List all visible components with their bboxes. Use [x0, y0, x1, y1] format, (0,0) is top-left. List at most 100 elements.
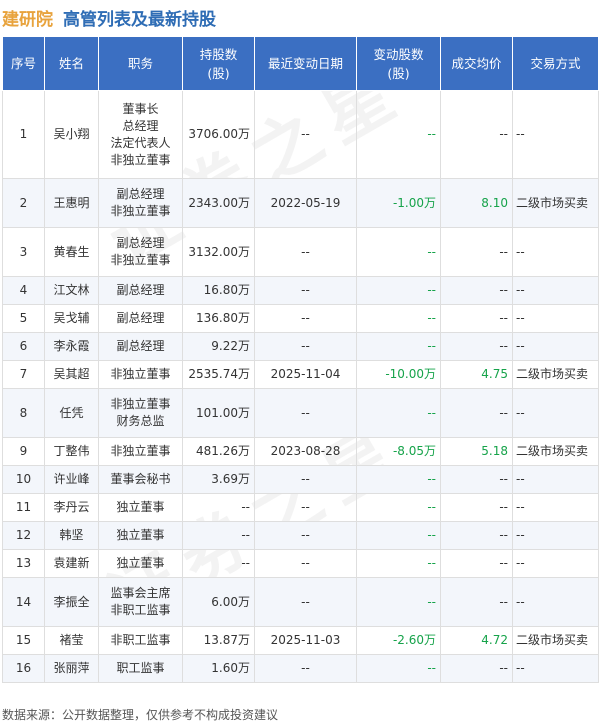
cell-no: 3 [2, 227, 45, 277]
position-title: 法定代表人 [110, 135, 171, 150]
cell-price: -- [440, 521, 513, 550]
cell-position: 非独立董事 [98, 360, 183, 389]
data-source-note: 数据来源：公开数据整理，仅供参考不构成投资建议 [2, 708, 279, 722]
table-row: 8 任凭 非独立董事 财务总监 101.00万 -- -- -- -- [2, 388, 599, 438]
cell-date: -- [254, 654, 357, 683]
position-title: 非独立董事 [110, 367, 171, 381]
company-name: 建研院 [2, 10, 53, 30]
cell-shares: 9.22万 [182, 332, 255, 361]
cell-shares: 6.00万 [182, 577, 255, 627]
cell-date: -- [254, 276, 357, 305]
cell-shares: 136.80万 [182, 304, 255, 333]
cell-change: -- [356, 90, 441, 179]
cell-shares: 2535.74万 [182, 360, 255, 389]
cell-no: 16 [2, 654, 45, 683]
cell-method: -- [512, 332, 599, 361]
cell-change: -- [356, 332, 441, 361]
cell-method: -- [512, 654, 599, 683]
cell-price: -- [440, 388, 513, 438]
table-row: 13 袁建新 独立董事 -- -- -- -- -- [2, 549, 599, 578]
cell-position: 独立董事 [98, 493, 183, 522]
cell-change: -2.60万 [356, 626, 441, 655]
column-header-date: 最近变动日期 [254, 36, 357, 91]
cell-price: 4.75 [440, 360, 513, 389]
cell-position: 副总经理 [98, 276, 183, 305]
cell-no: 1 [2, 90, 45, 179]
cell-name: 袁建新 [44, 549, 99, 578]
cell-change: -- [356, 276, 441, 305]
cell-position: 副总经理 [98, 332, 183, 361]
position-title: 独立董事 [116, 500, 165, 514]
cell-price: -- [440, 332, 513, 361]
cell-change: -- [356, 577, 441, 627]
column-header-position: 职务 [98, 36, 183, 91]
position-title: 副总经理 [116, 236, 165, 250]
cell-change: -8.05万 [356, 437, 441, 466]
column-header-no: 序号 [2, 36, 45, 91]
cell-name: 黄春生 [44, 227, 99, 277]
position-title: 副总经理 [116, 311, 165, 325]
position-title: 非职工监事 [110, 603, 171, 617]
cell-change: -10.00万 [356, 360, 441, 389]
cell-no: 9 [2, 437, 45, 466]
table-header-row: 序号 姓名 职务 持股数 (股) 最近变动日期 变动股数 (股) 成交均价 交易方式 [2, 36, 599, 91]
cell-change: -- [356, 304, 441, 333]
cell-method: 二级市场买卖 [512, 437, 599, 466]
column-header-shares: 持股数 (股) [182, 36, 255, 91]
cell-price: 4.72 [440, 626, 513, 655]
column-header-price: 成交均价 [440, 36, 513, 91]
cell-shares: 3706.00万 [182, 90, 255, 179]
cell-date: 2025-11-03 [254, 626, 357, 655]
cell-position: 董事长 总经理 法定代表人 非独立董事 [98, 90, 183, 179]
cell-no: 6 [2, 332, 45, 361]
table-row: 3 黄春生 副总经理 非独立董事 3132.00万 -- -- -- -- [2, 227, 599, 277]
column-header-method: 交易方式 [512, 36, 599, 91]
executive-holdings-table: 序号 姓名 职务 持股数 (股) 最近变动日期 变动股数 (股) 成交均价 交易方式… [2, 36, 599, 683]
cell-price: 8.10 [440, 178, 513, 228]
position-title: 董事会秘书 [110, 472, 171, 486]
position-title: 独立董事 [116, 528, 165, 542]
cell-method: -- [512, 304, 599, 333]
cell-method: 二级市场买卖 [512, 178, 599, 228]
cell-position: 独立董事 [98, 549, 183, 578]
cell-change: -- [356, 521, 441, 550]
cell-date: 2025-11-04 [254, 360, 357, 389]
cell-method: -- [512, 549, 599, 578]
cell-date: -- [254, 227, 357, 277]
cell-name: 江文林 [44, 276, 99, 305]
cell-no: 11 [2, 493, 45, 522]
cell-shares: 16.80万 [182, 276, 255, 305]
cell-name: 李振全 [44, 577, 99, 627]
cell-name: 吴小翔 [44, 90, 99, 179]
cell-method: -- [512, 227, 599, 277]
cell-method: -- [512, 493, 599, 522]
cell-method: -- [512, 90, 599, 179]
cell-name: 李丹云 [44, 493, 99, 522]
cell-name: 李永霞 [44, 332, 99, 361]
cell-no: 8 [2, 388, 45, 438]
cell-price: 5.18 [440, 437, 513, 466]
position-title: 非独立董事 [110, 444, 171, 458]
cell-no: 4 [2, 276, 45, 305]
cell-position: 独立董事 [98, 521, 183, 550]
cell-no: 7 [2, 360, 45, 389]
table-row: 6 李永霞 副总经理 9.22万 -- -- -- -- [2, 332, 599, 361]
cell-date: 2023-08-28 [254, 437, 357, 466]
position-title: 副总经理 [116, 283, 165, 297]
cell-change: -- [356, 654, 441, 683]
cell-name: 吴其超 [44, 360, 99, 389]
cell-position: 副总经理 非独立董事 [98, 227, 183, 277]
cell-method: 二级市场买卖 [512, 360, 599, 389]
cell-name: 韩坚 [44, 521, 99, 550]
position-title: 独立董事 [116, 556, 165, 570]
position-title: 副总经理 [116, 339, 165, 353]
cell-method: -- [512, 577, 599, 627]
table-body: 1 吴小翔 董事长 总经理 法定代表人 非独立董事 3706.00万 -- -- -- -- 2 王惠明… [2, 90, 599, 683]
table-row: 11 李丹云 独立董事 -- -- -- -- -- [2, 493, 599, 522]
cell-shares: 3132.00万 [182, 227, 255, 277]
position-title: 非独立董事 [110, 397, 171, 411]
page-title: 建研院 高管列表及最新持股 [0, 0, 600, 34]
cell-price: -- [440, 276, 513, 305]
table-row: 4 江文林 副总经理 16.80万 -- -- -- -- [2, 276, 599, 305]
cell-position: 副总经理 [98, 304, 183, 333]
